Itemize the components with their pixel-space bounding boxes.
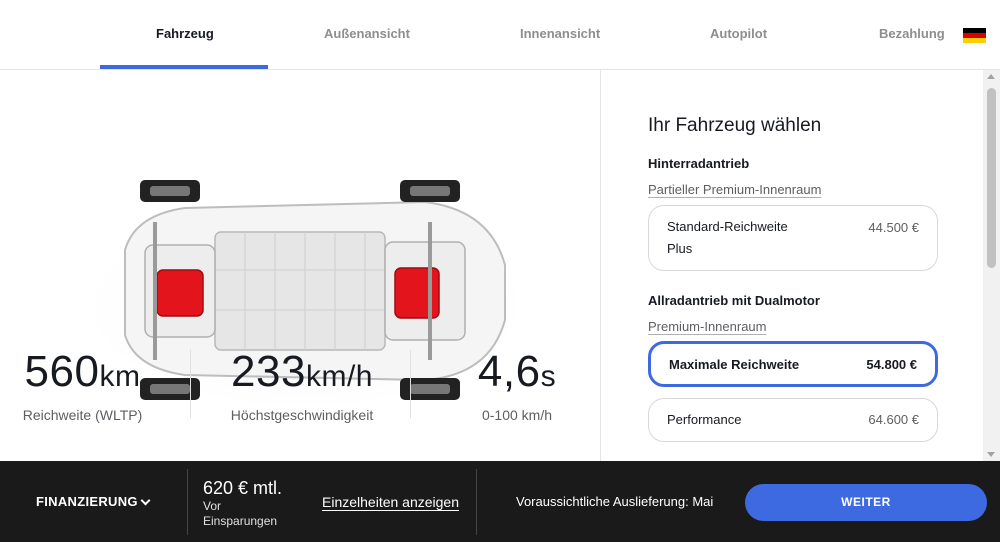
divider xyxy=(476,469,477,535)
stat-range: 560km Reichweite (WLTP) xyxy=(10,346,155,423)
option-name: Performance xyxy=(667,412,742,427)
tab-autopilot[interactable]: Autopilot xyxy=(710,26,767,41)
option-long-range[interactable]: Maximale Reichweite 54.800 € xyxy=(648,341,938,387)
stat-top-speed: 233km/h Höchstgeschwindigkeit xyxy=(212,346,392,423)
details-link[interactable]: Einzelheiten anzeigen xyxy=(322,494,459,510)
vehicle-showcase: 560km Reichweite (WLTP) 233km/h Höchstge… xyxy=(0,70,600,461)
checkout-bar: FINANZIERUNG 620 € mtl. Vor Einsparungen… xyxy=(0,461,1000,542)
option-price: 54.800 € xyxy=(866,357,917,372)
stat-acceleration-label: 0-100 km/h xyxy=(481,407,553,423)
top-navigation: Fahrzeug Außenansicht Innenansicht Autop… xyxy=(0,0,1000,70)
panel-title: Ihr Fahrzeug wählen xyxy=(648,115,822,136)
group-subtitle-awd[interactable]: Premium-Innenraum xyxy=(648,319,767,334)
stat-divider xyxy=(410,350,411,418)
tab-bezahlung[interactable]: Bezahlung xyxy=(879,26,945,41)
option-performance[interactable]: Performance 64.600 € xyxy=(648,398,938,442)
tab-aussenansicht[interactable]: Außenansicht xyxy=(324,26,410,41)
vertical-scrollbar[interactable] xyxy=(983,70,1000,461)
delivery-estimate: Voraussichtliche Auslieferung: Mai xyxy=(516,494,714,509)
active-tab-indicator xyxy=(100,65,268,69)
stat-top-speed-label: Höchstgeschwindigkeit xyxy=(230,407,374,423)
configuration-panel: Ihr Fahrzeug wählen Hinterradantrieb Par… xyxy=(600,70,983,461)
scroll-thumb[interactable] xyxy=(987,88,996,268)
financing-toggle[interactable]: FINANZIERUNG xyxy=(36,494,138,509)
price-note-line2: Einsparungen xyxy=(203,514,278,528)
stat-top-speed-unit: km/h xyxy=(305,360,373,393)
option-name: Maximale Reichweite xyxy=(669,357,800,372)
chevron-down-icon[interactable] xyxy=(140,495,151,506)
continue-button[interactable]: WEITER xyxy=(745,484,987,521)
option-name-line2: Plus xyxy=(667,241,693,256)
option-price: 44.500 € xyxy=(868,220,919,235)
divider xyxy=(187,469,188,535)
price-note-line1: Vor xyxy=(203,499,222,513)
group-title-awd: Allradantrieb mit Dualmotor xyxy=(648,293,820,308)
stat-acceleration-unit: s xyxy=(540,360,557,393)
option-standard-range-plus[interactable]: Standard-Reichweite Plus 44.500 € xyxy=(648,205,938,271)
stat-divider xyxy=(190,350,191,418)
stat-acceleration: 4,6s 0-100 km/h xyxy=(462,346,572,423)
tab-fahrzeug[interactable]: Fahrzeug xyxy=(156,26,214,41)
monthly-price: 620 € mtl. xyxy=(203,478,283,498)
stat-range-value: 560 xyxy=(24,347,100,396)
stat-acceleration-value: 4,6 xyxy=(477,347,541,396)
option-price: 64.600 € xyxy=(868,412,919,427)
stat-range-unit: km xyxy=(99,360,141,393)
tab-innenansicht[interactable]: Innenansicht xyxy=(520,26,600,41)
stat-top-speed-value: 233 xyxy=(231,347,306,396)
group-title-rwd: Hinterradantrieb xyxy=(648,156,750,171)
stat-range-label: Reichweite (WLTP) xyxy=(22,407,143,423)
price-note: Vor Einsparungen xyxy=(203,499,303,529)
option-name-line1: Standard-Reichweite xyxy=(667,219,788,234)
scroll-down-icon[interactable] xyxy=(987,452,995,457)
scroll-up-icon[interactable] xyxy=(987,74,995,79)
german-flag-icon[interactable] xyxy=(963,28,986,43)
group-subtitle-rwd[interactable]: Partieller Premium-Innenraum xyxy=(648,182,821,197)
